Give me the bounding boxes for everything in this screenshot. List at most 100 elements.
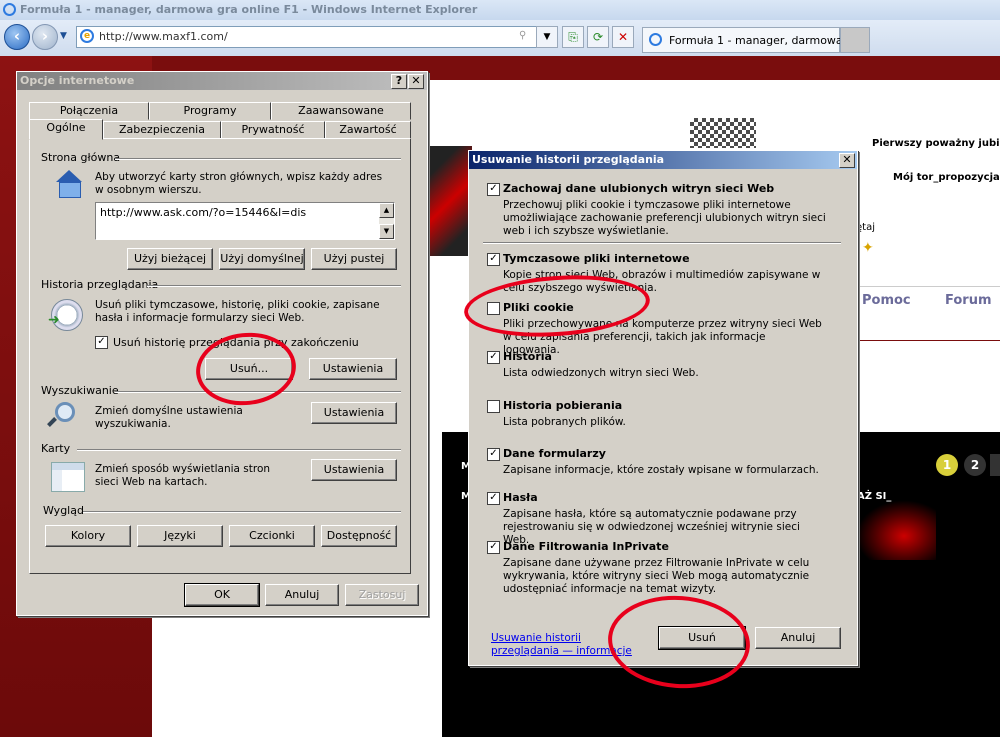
user-icon: ✦ — [862, 240, 874, 256]
car-image-dark — [856, 500, 936, 560]
tab-label: Formuła 1 - manager, darmowa ... — [669, 34, 857, 47]
use-blank-button[interactable]: Użyj pustej — [311, 248, 397, 270]
stop-icon[interactable]: ✕ — [612, 26, 634, 48]
textarea-scrollbar[interactable]: ▲ ▼ — [379, 203, 394, 239]
appearance-heading: Wygląd — [43, 504, 84, 517]
search-settings-button[interactable]: Ustawienia — [311, 402, 397, 424]
tabs-heading: Karty — [41, 442, 71, 455]
internet-options-title-bar: Opcje internetowe — [17, 72, 427, 90]
inprivate-desc: Zapisane dane używane przez Filtrowanie … — [503, 557, 810, 595]
refresh-icon[interactable]: ⟳ — [587, 26, 609, 48]
tab-security[interactable]: Zabezpieczenia — [103, 121, 221, 139]
divider — [147, 285, 401, 287]
delete-on-exit-checkbox[interactable]: ✓ — [95, 336, 108, 349]
address-bar[interactable]: e http://www.maxf1.com/ ⚲ — [76, 26, 556, 48]
search-magnifier-icon — [55, 402, 75, 422]
address-input[interactable]: http://www.maxf1.com/ — [99, 30, 228, 43]
history-heading: Historia przeglądania — [41, 278, 159, 291]
accessibility-button[interactable]: Dostępność — [321, 525, 397, 547]
nav-bottom-divider — [856, 340, 1000, 341]
delete-history-title-bar: Usuwanie historii przeglądania — [469, 151, 857, 169]
ok-button[interactable]: OK — [184, 583, 260, 607]
tab-programs[interactable]: Programy — [149, 102, 271, 120]
new-tab-button[interactable] — [840, 27, 870, 53]
history-settings-button[interactable]: Ustawienia — [309, 358, 397, 380]
history-dropdown-icon[interactable]: ▼ — [60, 31, 67, 41]
languages-button[interactable]: Języki — [137, 525, 223, 547]
fonts-button[interactable]: Czcionki — [229, 525, 315, 547]
page-icon: e — [80, 29, 94, 43]
home-desc: Aby utworzyć karty stron głównych, wpisz… — [95, 171, 383, 196]
tab-privacy[interactable]: Prywatność — [221, 121, 325, 139]
colors-button[interactable]: Kolory — [45, 525, 131, 547]
temp-files-label[interactable]: Tymczasowe pliki internetowe — [503, 252, 690, 265]
divider — [77, 449, 401, 451]
forward-button[interactable]: › — [32, 24, 58, 50]
cancel-button[interactable]: Anuluj — [755, 627, 841, 649]
promo-line-2[interactable]: Mój tor_propozycja n — [893, 172, 1000, 183]
history-checkbox[interactable]: ✓ — [487, 351, 500, 364]
tabs-desc: Zmień sposób wyświetlania stron sieci We… — [95, 463, 271, 488]
keep-favorites-label[interactable]: Zachowaj dane ulubionych witryn sieci We… — [503, 182, 774, 195]
tabs-settings-button[interactable]: Ustawienia — [311, 459, 397, 481]
tab-advanced[interactable]: Zaawansowane — [271, 102, 411, 120]
temp-files-checkbox[interactable]: ✓ — [487, 253, 500, 266]
form-data-desc: Zapisane informacje, które zostały wpisa… — [503, 464, 819, 476]
tab-favicon-icon — [649, 33, 662, 46]
history-clock-icon: ➜ — [48, 299, 83, 331]
form-data-label[interactable]: Dane formularzy — [503, 447, 606, 460]
browser-title: Formuła 1 - manager, darmowa gra online … — [20, 3, 478, 16]
headline-fragment: AŻ SI_ — [857, 491, 892, 502]
history-label[interactable]: Historia — [503, 350, 552, 363]
scroll-down-icon[interactable]: ▼ — [379, 224, 394, 239]
tab-connections[interactable]: Połączenia — [29, 102, 149, 120]
keep-favorites-desc: Przechowuj pliki cookie i tymczasowe pli… — [503, 199, 826, 237]
address-dropdown-button[interactable]: ▼ — [536, 26, 558, 48]
promo-line-1[interactable]: Pierwszy poważny jubileu — [872, 138, 1000, 149]
history-desc: Lista odwiedzonych witryn sieci Web. — [503, 367, 699, 379]
download-history-label[interactable]: Historia pobierania — [503, 399, 622, 412]
search-desc: Zmień domyślne ustawienia wyszukiwania. — [95, 405, 243, 430]
inprivate-label[interactable]: Dane Filtrowania InPrivate — [503, 540, 669, 553]
checkered-flag-image — [690, 118, 756, 148]
scroll-up-icon[interactable]: ▲ — [379, 203, 394, 218]
apply-button[interactable]: Zastosuj — [345, 584, 419, 606]
tab-general[interactable]: Ogólne — [29, 119, 103, 140]
search-heading: Wyszukiwanie — [41, 384, 119, 397]
car-image — [428, 146, 472, 256]
divider — [483, 242, 841, 244]
tab-content[interactable]: Zawartość — [325, 121, 411, 139]
compatibility-icon[interactable]: ⎘ — [562, 26, 584, 48]
pager-2[interactable]: 2 — [964, 454, 986, 476]
close-button[interactable]: ✕ — [839, 153, 855, 168]
dialog-title: Usuwanie historii przeglądania — [472, 153, 665, 166]
history-desc: Usuń pliki tymczasowe, historię, pliki c… — [95, 299, 380, 324]
partial-text: ętaj — [856, 222, 875, 233]
home-url-textarea[interactable]: http://www.ask.com/?o=15446&l=dis ▲ ▼ — [95, 202, 395, 240]
browser-tab[interactable]: Formuła 1 - manager, darmowa ... — [642, 27, 857, 53]
download-history-checkbox[interactable] — [487, 400, 500, 413]
nav-forum-link[interactable]: Forum — [945, 293, 992, 308]
cancel-button[interactable]: Anuluj — [265, 584, 339, 606]
nav-divider — [856, 286, 1000, 287]
search-icon[interactable]: ⚲ — [519, 30, 526, 41]
use-default-button[interactable]: Użyj domyślnej — [219, 248, 305, 270]
pager-3[interactable] — [990, 454, 1000, 476]
help-button[interactable]: ? — [391, 74, 407, 89]
keep-favorites-checkbox[interactable]: ✓ — [487, 183, 500, 196]
divider — [115, 158, 401, 160]
passwords-checkbox[interactable]: ✓ — [487, 492, 500, 505]
browser-title-bar: Formuła 1 - manager, darmowa gra online … — [0, 0, 1000, 20]
use-current-button[interactable]: Użyj bieżącej — [127, 248, 213, 270]
pager-1[interactable]: 1 — [936, 454, 958, 476]
close-button[interactable]: ✕ — [408, 74, 424, 89]
home-icon — [53, 170, 83, 198]
home-url-value: http://www.ask.com/?o=15446&l=dis — [100, 206, 307, 219]
nav-help-link[interactable]: Pomoc — [862, 293, 911, 308]
inprivate-checkbox[interactable]: ✓ — [487, 541, 500, 554]
tabs-icon — [51, 462, 85, 492]
back-button[interactable]: ‹ — [4, 24, 30, 50]
delete-history-dialog: Usuwanie historii przeglądania ✕ ✓ Zacho… — [468, 150, 858, 666]
form-data-checkbox[interactable]: ✓ — [487, 448, 500, 461]
passwords-label[interactable]: Hasła — [503, 491, 538, 504]
